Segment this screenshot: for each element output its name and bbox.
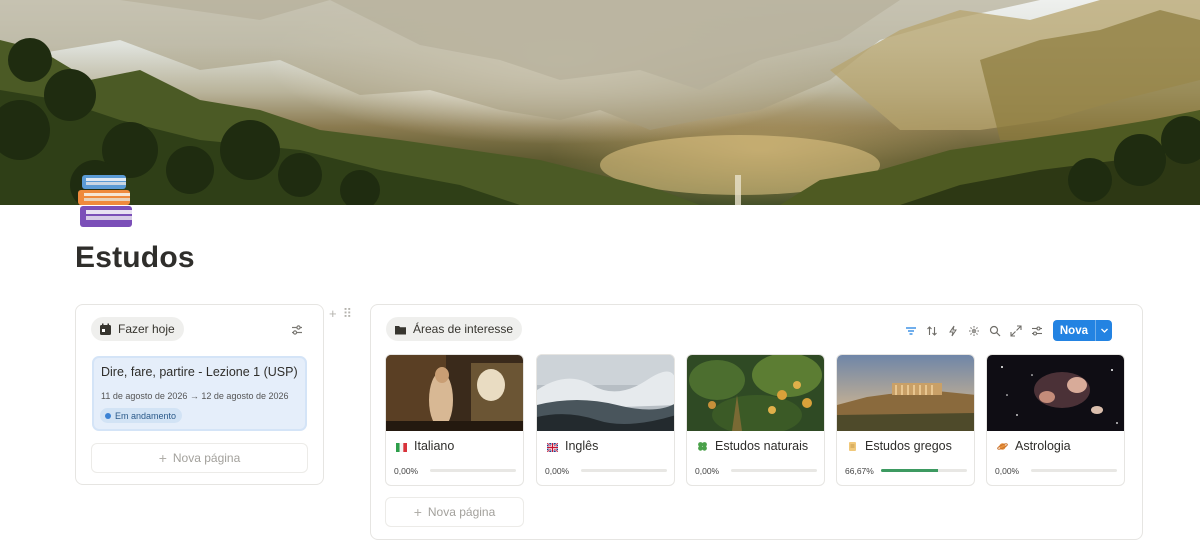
ai-sparkle-icon[interactable] [966, 323, 982, 339]
database-toolbar: Nova [903, 320, 1112, 341]
tab-label: Fazer hoje [118, 322, 175, 336]
italy-flag-icon [396, 441, 407, 452]
progress-label: 0,00% [695, 466, 720, 476]
new-entry-label: Nova [1059, 324, 1088, 337]
card-title: Estudos gregos [865, 439, 952, 453]
cover-image[interactable] [0, 0, 1200, 205]
progress-label: 66,67% [845, 466, 874, 476]
progress-label: 0,00% [995, 466, 1020, 476]
card-cover-image [687, 355, 824, 431]
gallery-card[interactable]: Inglês 0,00% [536, 354, 675, 486]
uk-flag-icon [546, 441, 559, 453]
gallery-card[interactable]: Estudos naturais 0,00% [686, 354, 825, 486]
planet-icon [997, 441, 1008, 452]
sort-icon[interactable] [924, 323, 940, 339]
tab-areas-de-interesse[interactable]: Áreas de interesse [386, 317, 523, 341]
progress-label: 0,00% [394, 466, 419, 476]
progress-bar [430, 469, 516, 472]
progress-bar [581, 469, 667, 472]
gallery-card[interactable]: Estudos gregos 66,67% [836, 354, 975, 486]
card-title-row: Estudos naturais [697, 439, 808, 453]
clover-icon [697, 441, 708, 452]
drag-handle-icon[interactable]: ⠿ [343, 306, 353, 322]
status-dot-icon [105, 412, 111, 419]
today-item-card[interactable]: Dire, fare, partire - Lezione 1 (USP) 11… [92, 356, 307, 431]
progress-label: 0,00% [545, 466, 570, 476]
progress-bar [881, 469, 967, 472]
item-title: Dire, fare, partire - Lezione 1 (USP) [101, 365, 298, 379]
card-title: Inglês [565, 439, 599, 453]
settings-icon[interactable] [1029, 323, 1045, 339]
card-title-row: Astrologia [997, 439, 1071, 453]
status-badge: Em andamento [100, 408, 183, 423]
expand-icon[interactable] [1008, 323, 1024, 339]
card-cover-image [987, 355, 1124, 431]
progress-bar [731, 469, 817, 472]
card-title: Italiano [414, 439, 455, 453]
books-icon[interactable] [76, 173, 136, 231]
chevron-down-icon[interactable] [1095, 320, 1112, 341]
status-label: Em andamento [115, 410, 177, 421]
card-title: Astrologia [1015, 439, 1071, 453]
today-database: Fazer hoje Dire, fare, partire - Lezione… [75, 304, 324, 485]
new-page-button[interactable]: + Nova página [91, 443, 308, 473]
new-page-button[interactable]: + Nova página [385, 497, 524, 527]
card-title-row: Estudos gregos [847, 439, 952, 453]
view-settings-icon[interactable] [288, 321, 306, 339]
calendar-icon [99, 323, 112, 336]
page: Estudos + ⠿ Fazer hoje Dire, fare, parti… [0, 0, 1200, 552]
block-handles: + ⠿ [329, 306, 352, 322]
page-title: Estudos [75, 241, 195, 274]
card-cover-image [837, 355, 974, 431]
card-title-row: Inglês [546, 439, 599, 453]
tab-label: Áreas de interesse [413, 322, 514, 336]
card-title: Estudos naturais [715, 439, 809, 453]
gallery-card[interactable]: Italiano 0,00% [385, 354, 524, 486]
card-cover-image [386, 355, 523, 431]
new-page-label: Nova página [427, 505, 496, 519]
filter-icon[interactable] [903, 323, 919, 339]
folder-icon [394, 323, 407, 336]
card-cover-image [537, 355, 674, 431]
plus-icon: + [158, 450, 167, 466]
progress-bar [1031, 469, 1117, 472]
progress-fill [881, 469, 939, 472]
plus-icon: + [413, 504, 422, 520]
tab-fazer-hoje[interactable]: Fazer hoje [91, 317, 184, 341]
gallery-card[interactable]: Astrologia 0,00% [986, 354, 1125, 486]
automation-icon[interactable] [945, 323, 961, 339]
card-title-row: Italiano [396, 439, 454, 453]
add-block-icon[interactable]: + [329, 306, 337, 322]
scroll-icon [847, 441, 858, 452]
search-icon[interactable] [987, 323, 1003, 339]
new-entry-button[interactable]: Nova [1052, 320, 1112, 341]
new-page-label: Nova página [172, 451, 241, 465]
item-dates: 11 de agosto de 2026 → 12 de agosto de 2… [101, 391, 289, 401]
